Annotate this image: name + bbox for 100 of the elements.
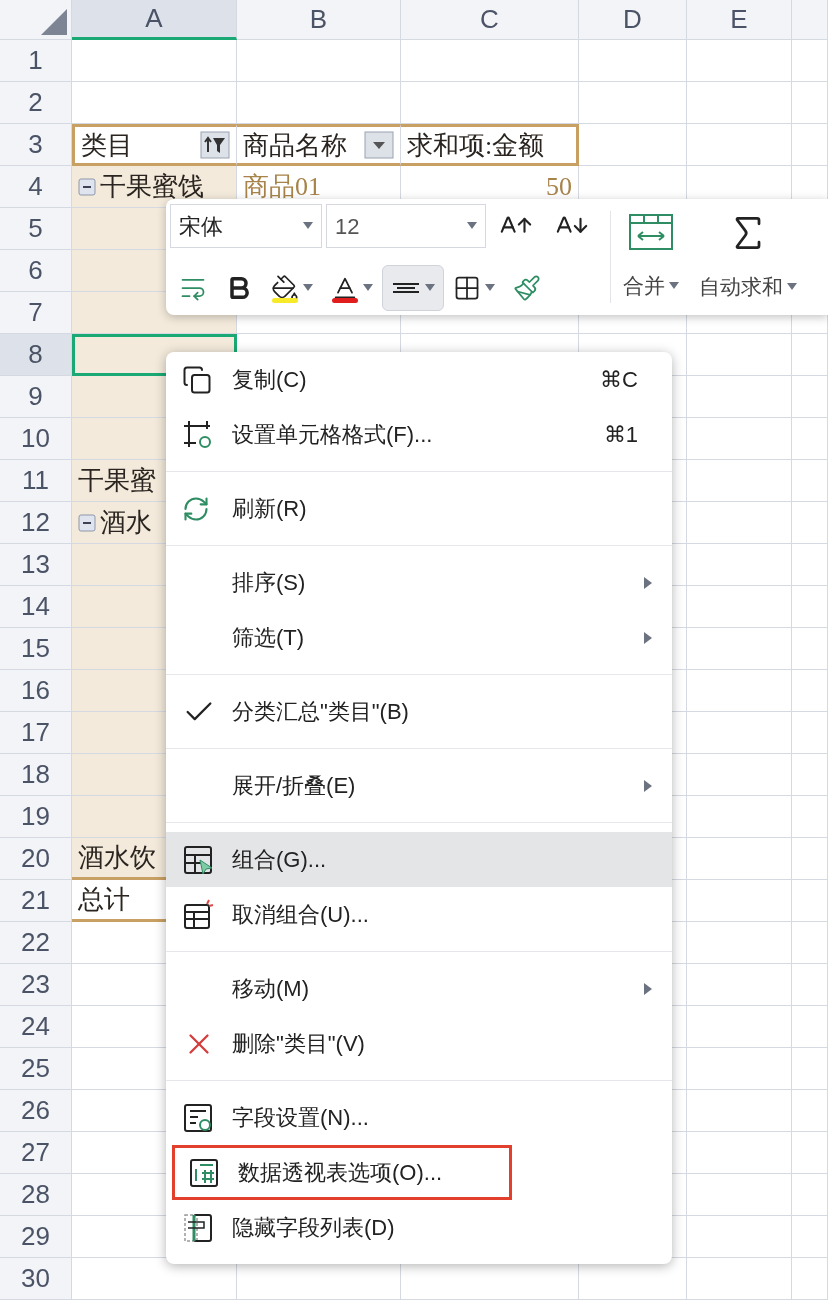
row-header[interactable]: 10 [0,418,72,460]
row-header[interactable]: 8 [0,334,72,376]
table-cell [792,712,828,754]
corner-cell[interactable] [0,0,72,40]
menu-item[interactable]: 设置单元格格式(F)... ⌘1 [166,407,672,462]
table-cell [792,838,828,880]
paintbrush-icon [513,274,541,302]
cell-text: 商品01 [243,171,321,203]
row-header[interactable]: 26 [0,1090,72,1132]
table-cell [792,124,828,166]
table-cell [792,82,828,124]
menu-item-label: 数据透视表选项(O)... [238,1159,443,1187]
menu-item[interactable]: 分类汇总"类目"(B) [166,684,672,739]
filter-sort-button[interactable] [200,131,230,159]
row-header[interactable]: 5 [0,208,72,250]
menu-item-label: 分类汇总"类目"(B) [232,698,409,726]
cell-text: 类目 [81,129,133,162]
row-header[interactable]: 27 [0,1132,72,1174]
merge-tool-button[interactable]: 合并 [623,203,679,311]
cell-text: 商品名称 [243,129,347,162]
menu-item-label: 排序(S) [232,569,306,597]
row-header[interactable]: 22 [0,922,72,964]
borders-icon [453,274,481,302]
menu-item[interactable]: 复制(C) ⌘C [166,352,672,407]
menu-item-label: 复制(C) [232,366,307,394]
table-cell [792,670,828,712]
menu-item[interactable]: 筛选(T) [166,610,672,665]
caret-icon [303,222,313,230]
menu-item-label: 字段设置(N)... [232,1104,369,1132]
table-cell [792,796,828,838]
menu-item[interactable]: 刷新(R) [166,481,672,536]
font-size: 12 [335,212,360,241]
table-cell [792,1132,828,1174]
font-select[interactable]: 宋体 [170,204,322,248]
table-cell [792,1174,828,1216]
row-header[interactable]: 19 [0,796,72,838]
collapse-icon[interactable] [78,177,96,196]
refresh-icon [182,494,210,523]
row-header[interactable]: 6 [0,250,72,292]
paint-bucket-icon [271,273,299,303]
group-icon [182,843,214,876]
row-header[interactable]: 21 [0,880,72,922]
menu-item[interactable]: 展开/折叠(E) [166,758,672,813]
field-settings-icon [182,1101,214,1134]
sum-tool-button[interactable]: 自动求和 [699,203,797,311]
table-cell [792,964,828,1006]
tool-label: 自动求和 [699,274,783,301]
row-header[interactable]: 13 [0,544,72,586]
row-header[interactable]: 15 [0,628,72,670]
menu-item-label: 删除"类目"(V) [232,1030,365,1058]
menu-item[interactable]: 数据透视表选项(O)... [172,1145,512,1200]
menu-item[interactable]: 排序(S) [166,555,672,610]
menu-item[interactable]: 隐藏字段列表(D) [166,1200,672,1255]
row-header[interactable]: 28 [0,1174,72,1216]
row-header[interactable]: 3 [0,124,72,166]
row-header[interactable]: 20 [0,838,72,880]
format-cells-icon [182,418,214,451]
field-list-icon [182,1211,214,1244]
row-header[interactable]: 1 [0,40,72,82]
caret-icon [787,283,797,292]
column-header[interactable]: D [579,0,687,40]
menu-item-label: 展开/折叠(E) [232,772,356,800]
row-header[interactable]: 25 [0,1048,72,1090]
shortcut-text: ⌘C [600,366,638,394]
row-header[interactable]: 14 [0,586,72,628]
row-header[interactable]: 29 [0,1216,72,1258]
menu-item[interactable]: 字段设置(N)... [166,1090,672,1145]
row-header[interactable]: 12 [0,502,72,544]
row-header[interactable]: 2 [0,82,72,124]
row-header[interactable]: 17 [0,712,72,754]
font-size-select[interactable]: 12 [326,204,486,248]
table-cell [792,922,828,964]
column-header[interactable]: B [237,0,401,40]
column-header[interactable]: C [401,0,579,40]
row-header[interactable]: 23 [0,964,72,1006]
tool-label: 合并 [623,272,665,299]
row-header[interactable]: 18 [0,754,72,796]
collapse-icon[interactable] [78,513,96,532]
row-header[interactable]: 16 [0,670,72,712]
cell-text: 酒水饮 [78,842,156,874]
align-tool-button[interactable] [382,265,444,311]
menu-item[interactable]: 组合(G)... [166,832,672,887]
row-header[interactable]: 24 [0,1006,72,1048]
row-header[interactable]: 9 [0,376,72,418]
menu-item[interactable]: 取消组合(U)... [166,887,672,942]
row-header[interactable]: 11 [0,460,72,502]
table-cell [792,334,828,376]
column-header[interactable]: A [72,0,237,40]
dropdown-button[interactable] [364,131,394,159]
caret-icon [467,222,477,230]
table-cell [792,544,828,586]
row-header[interactable]: 30 [0,1258,72,1300]
menu-item[interactable]: 移动(M) [166,961,672,1016]
row-header[interactable]: 7 [0,292,72,334]
table-cell [792,1006,828,1048]
row-header[interactable]: 4 [0,166,72,208]
menu-item[interactable]: 删除"类目"(V) [166,1016,672,1071]
menu-item-label: 移动(M) [232,975,309,1003]
column-header[interactable]: E [687,0,792,40]
table-cell [792,1048,828,1090]
